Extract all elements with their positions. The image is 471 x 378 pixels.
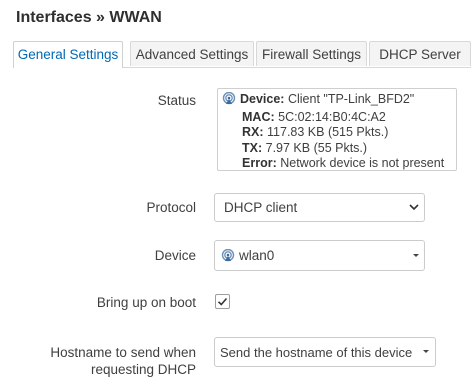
hostname-label: Hostname to send when requesting DHCP	[30, 344, 196, 378]
hostname-value: Send the hostname of this device	[220, 345, 413, 360]
hostname-label-line1: Hostname to send when	[50, 345, 196, 360]
checkmark-icon	[217, 297, 228, 306]
status-error-key: Error:	[242, 156, 277, 170]
tab-advanced-settings[interactable]: Advanced Settings	[130, 41, 254, 66]
boot-checkbox[interactable]	[215, 294, 230, 309]
tab-dhcp-server[interactable]: DHCP Server	[369, 41, 471, 66]
protocol-value: DHCP client	[224, 200, 298, 215]
protocol-select[interactable]: DHCP client	[214, 193, 425, 222]
status-device-line: Device: Client "TP-Link_BFD2"	[222, 91, 452, 110]
tab-bar: General Settings Advanced Settings Firew…	[13, 41, 471, 68]
status-rx-key: RX:	[242, 125, 264, 139]
status-mac-line: MAC: 5C:02:14:B0:4C:A2	[222, 110, 452, 126]
status-box: Device: Client "TP-Link_BFD2" MAC: 5C:02…	[217, 88, 457, 171]
status-device-value: Client "TP-Link_BFD2"	[287, 92, 415, 106]
status-tx-value: 7.97 KB (55 Pkts.)	[265, 140, 368, 155]
device-label: Device	[154, 248, 196, 263]
status-tx-line: TX: 7.97 KB (55 Pkts.)	[222, 141, 452, 157]
status-mac-key: MAC:	[242, 109, 275, 124]
status-error-line: Error: Network device is not present	[222, 156, 452, 172]
status-error-value: Network device is not present	[280, 156, 445, 170]
page-title: Interfaces » WWAN	[16, 9, 162, 26]
hostname-label-line2: requesting DHCP	[90, 362, 196, 377]
caret-down-icon	[412, 241, 420, 273]
wifi-signal-icon	[222, 91, 236, 110]
tab-firewall-settings[interactable]: Firewall Settings	[256, 41, 367, 66]
status-mac-value: 5C:02:14:B0:4C:A2	[278, 109, 386, 124]
status-device-key: Device:	[240, 92, 285, 106]
boot-label: Bring up on boot	[96, 295, 196, 310]
hostname-select[interactable]: Send the hostname of this device	[214, 337, 436, 367]
status-rx-value: 117.83 KB (515 Pkts.)	[267, 125, 389, 139]
tab-general-settings[interactable]: General Settings	[13, 41, 123, 68]
device-select[interactable]: wlan0	[214, 240, 425, 271]
chevron-down-icon	[408, 194, 420, 224]
status-rx-line: RX: 117.83 KB (515 Pkts.)	[222, 125, 452, 141]
protocol-label: Protocol	[146, 200, 196, 215]
status-label: Status	[157, 93, 196, 108]
status-tx-key: TX:	[242, 140, 263, 155]
wifi-signal-icon	[221, 248, 235, 265]
device-value: wlan0	[239, 248, 275, 263]
caret-down-icon	[422, 338, 430, 369]
